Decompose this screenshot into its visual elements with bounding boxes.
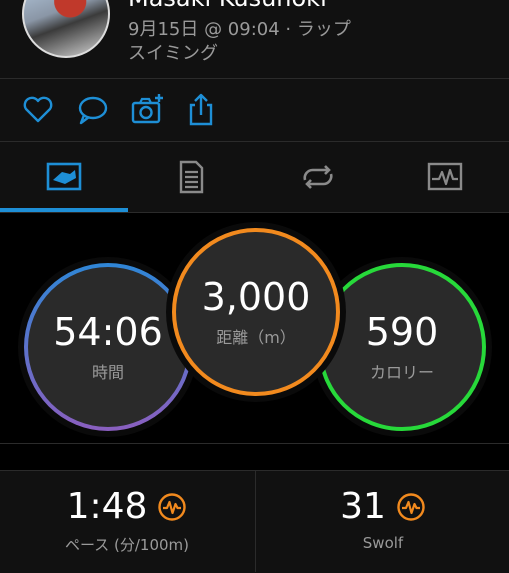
time-label: 時間: [91, 363, 124, 382]
swolf-metric[interactable]: 31 Swolf: [256, 470, 509, 572]
pace-value: 1:48: [66, 486, 148, 527]
calories-value: 590: [365, 310, 439, 354]
avatar[interactable]: [22, 0, 110, 58]
tab-bar: [0, 142, 509, 212]
user-name[interactable]: Masaki Kusunoki: [128, 0, 327, 12]
activity-type: スイミング: [128, 43, 218, 64]
pace-label: ペース (分/100m): [64, 536, 190, 554]
share-icon[interactable]: [184, 93, 218, 127]
calories-stat: 590 カロリー: [318, 263, 486, 431]
add-photo-icon[interactable]: [131, 93, 165, 127]
calories-label: カロリー: [369, 363, 434, 382]
heart-icon[interactable]: [21, 93, 55, 127]
date-line: 9月15日 @ 09:04 · ラップ: [128, 19, 351, 40]
pace-metric[interactable]: 1:48 ペース (分/100m): [0, 470, 254, 572]
summary-stats: 54:06 時間 590 カロリー 3,000 距離（m）: [0, 213, 509, 443]
performance-icon: [397, 492, 425, 521]
time-value: 54:06: [53, 310, 163, 354]
details-icon: [179, 160, 203, 194]
distance-value: 3,000: [201, 275, 311, 319]
comment-icon[interactable]: [76, 93, 110, 127]
tab-charts[interactable]: [381, 142, 508, 212]
action-bar: [0, 79, 509, 141]
swolf-value: 31: [340, 486, 386, 527]
swolf-label: Swolf: [362, 534, 404, 552]
divider: [0, 443, 509, 444]
activity-header: Masaki Kusunoki 9月15日 @ 09:04 · ラップ スイミン…: [0, 0, 509, 78]
overview-icon: [46, 162, 81, 191]
performance-icon: [158, 492, 187, 521]
distance-label: 距離（m）: [216, 328, 296, 347]
laps-icon: [302, 165, 333, 189]
chart-icon: [427, 162, 462, 191]
tab-details[interactable]: [127, 142, 254, 212]
tab-laps[interactable]: [254, 142, 381, 212]
activity-meta: 9月15日 @ 09:04 · ラップ スイミング: [128, 18, 351, 66]
tab-overview[interactable]: [0, 142, 127, 212]
time-stat: 54:06 時間: [24, 263, 192, 431]
distance-stat: 3,000 距離（m）: [172, 228, 340, 396]
